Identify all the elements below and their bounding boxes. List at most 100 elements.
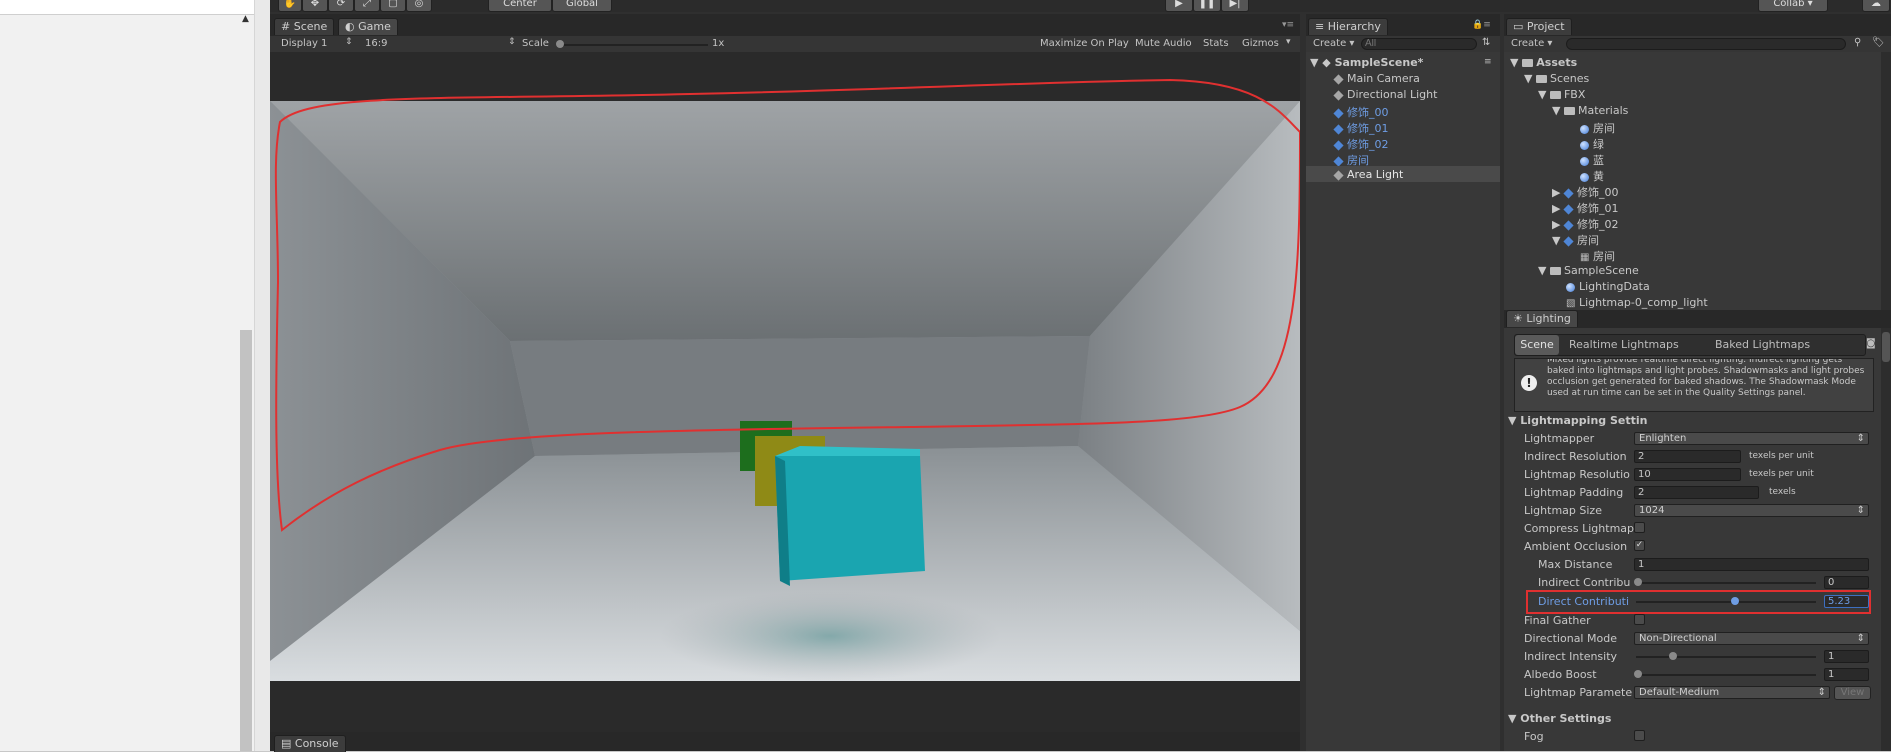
scale-slider-knob[interactable]	[556, 40, 564, 48]
subtab-scene[interactable]: Scene	[1515, 335, 1559, 355]
ambient-occlusion-checkbox[interactable]: ✓	[1634, 540, 1645, 551]
rotate-tool-icon[interactable]: ⟳	[328, 0, 354, 12]
cloud-icon[interactable]: ☁	[1862, 0, 1890, 12]
section-lightmapping[interactable]: ▼ Lightmapping Settin	[1508, 414, 1647, 427]
hierarchy-item[interactable]: 修饰_00	[1333, 104, 1389, 120]
lighting-scroll-thumb[interactable]	[1882, 332, 1890, 362]
space-toggle[interactable]: Global	[552, 0, 612, 12]
direct-contribution-knob[interactable]	[1731, 597, 1739, 605]
help-icon[interactable]: ◙	[1866, 338, 1876, 349]
indirect-contribution-slider[interactable]	[1636, 582, 1816, 584]
lightmap-size-dropdown[interactable]: 1024 ⇕	[1634, 504, 1869, 517]
filter-label-icon[interactable]: 🏷	[1872, 37, 1885, 48]
scrollbar[interactable]	[240, 330, 252, 751]
tree-model[interactable]: ▼ 房间	[1552, 232, 1599, 248]
play-icon[interactable]: ▶	[1165, 0, 1193, 12]
tab-console[interactable]: ▤ Console	[274, 735, 346, 752]
project-search-input[interactable]	[1566, 38, 1846, 50]
direct-contribution-field[interactable]: 5.23	[1824, 595, 1869, 608]
indirect-contribution-field[interactable]: 0	[1824, 576, 1869, 589]
section-other-settings[interactable]: ▼ Other Settings	[1508, 712, 1611, 725]
lighting-scrollbar[interactable]	[1881, 328, 1891, 751]
indirect-intensity-slider[interactable]	[1636, 656, 1816, 658]
material-icon	[1580, 124, 1589, 134]
tree-model[interactable]: ▶ 修饰_00	[1552, 184, 1618, 200]
collab-button[interactable]: Collab ▾	[1758, 0, 1828, 12]
tree-materials[interactable]: ▼ Materials	[1552, 104, 1628, 117]
project-create-button[interactable]: Create ▾	[1511, 38, 1552, 49]
direct-contribution-slider[interactable]	[1636, 601, 1816, 603]
tab-hierarchy[interactable]: ≡ Hierarchy	[1308, 18, 1388, 35]
subtab-baked[interactable]: Baked Lightmaps	[1715, 335, 1810, 355]
tree-lightingdata[interactable]: LightingData	[1566, 280, 1650, 293]
albedo-boost-slider[interactable]	[1636, 674, 1816, 676]
hierarchy-item-selected[interactable]: Area Light	[1333, 168, 1403, 181]
tree-material[interactable]: 绿	[1580, 136, 1604, 152]
hierarchy-item[interactable]: Main Camera	[1333, 72, 1420, 85]
scene-menu-icon[interactable]: ≡	[1484, 57, 1492, 67]
hierarchy-item[interactable]: 修饰_02	[1333, 136, 1389, 152]
scroll-up-arrow-icon[interactable]: ▲	[242, 14, 254, 24]
scene-root[interactable]: ▼ ◆ SampleScene*	[1310, 56, 1423, 69]
lightmap-resolution-field[interactable]: 10	[1634, 468, 1741, 481]
hierarchy-item[interactable]: 修饰_01	[1333, 120, 1389, 136]
tab-project[interactable]: ▭ Project	[1506, 18, 1572, 35]
tree-scenes[interactable]: ▼ Scenes	[1524, 72, 1589, 85]
indirect-intensity-knob[interactable]	[1669, 652, 1677, 660]
compress-lightmaps-checkbox[interactable]	[1634, 522, 1645, 533]
scale-slider[interactable]	[558, 44, 708, 46]
tree-samplescene[interactable]: ▼ SampleScene	[1538, 264, 1639, 277]
scale-tool-icon[interactable]: ⤢	[354, 0, 380, 12]
hand-tool-icon[interactable]: ✋	[278, 0, 302, 12]
step-icon[interactable]: ▶|	[1221, 0, 1249, 12]
gizmos-toggle[interactable]: Gizmos	[1242, 38, 1279, 49]
fog-checkbox[interactable]	[1634, 730, 1645, 741]
rect-tool-icon[interactable]: ▢	[380, 0, 406, 12]
tab-game[interactable]: ◐ Game	[338, 18, 398, 35]
mute-audio-toggle[interactable]: Mute Audio	[1135, 38, 1192, 49]
tab-menu-icon[interactable]: ▾≡	[1282, 20, 1294, 30]
stats-toggle[interactable]: Stats	[1203, 38, 1229, 49]
transform-tool-icon[interactable]: ◎	[406, 0, 432, 12]
maximize-on-play-toggle[interactable]: Maximize On Play	[1040, 38, 1129, 49]
directional-mode-dropdown[interactable]: Non-Directional ⇕	[1634, 632, 1869, 645]
lightmapper-label: Lightmapper	[1524, 432, 1595, 445]
hierarchy-create-button[interactable]: Create ▾	[1313, 38, 1354, 49]
indirect-contribution-knob[interactable]	[1634, 578, 1642, 586]
game-viewport[interactable]	[270, 52, 1300, 732]
lightmapper-dropdown[interactable]: Enlighten ⇕	[1634, 432, 1869, 445]
tree-assets[interactable]: ▼ Assets	[1510, 56, 1577, 69]
final-gather-checkbox[interactable]	[1634, 614, 1645, 625]
pause-icon[interactable]: ❚❚	[1193, 0, 1221, 12]
lightmap-parameters-dropdown[interactable]: Default-Medium ⇕	[1634, 686, 1830, 699]
lightmap-parameters-view-button[interactable]: View	[1834, 686, 1871, 700]
tree-material[interactable]: 黄	[1580, 168, 1604, 184]
albedo-boost-knob[interactable]	[1634, 670, 1642, 678]
tab-lighting[interactable]: ☀ Lighting	[1506, 310, 1578, 327]
max-distance-field[interactable]: 1	[1634, 558, 1869, 571]
tree-model[interactable]: ▶ 修饰_02	[1552, 216, 1618, 232]
subtab-realtime[interactable]: Realtime Lightmaps	[1569, 335, 1679, 355]
lightmap-padding-field[interactable]: 2	[1634, 486, 1759, 499]
indirect-intensity-field[interactable]: 1	[1824, 650, 1869, 663]
tree-model[interactable]: ▶ 修饰_01	[1552, 200, 1618, 216]
pivot-toggle[interactable]: Center	[488, 0, 552, 12]
tree-material[interactable]: 蓝	[1580, 152, 1604, 168]
hierarchy-item[interactable]: Directional Light	[1333, 88, 1437, 101]
indirect-resolution-field[interactable]: 2	[1634, 450, 1741, 463]
aspect-select[interactable]: 16:9	[365, 38, 387, 49]
filter-type-icon[interactable]: ⚲	[1854, 37, 1861, 48]
hierarchy-search-input[interactable]	[1361, 38, 1477, 50]
hierarchy-menu-icon[interactable]: 🔒≡	[1472, 20, 1491, 30]
display-select[interactable]: Display 1	[281, 38, 327, 49]
project-scrollbar[interactable]	[1881, 52, 1891, 310]
tree-mesh[interactable]: ▦ 房间	[1580, 248, 1615, 264]
gizmos-arrow-icon[interactable]: ▾	[1286, 37, 1291, 47]
tab-scene[interactable]: # Scene	[274, 18, 335, 35]
tree-fbx[interactable]: ▼ FBX	[1538, 88, 1585, 101]
move-tool-icon[interactable]: ✥	[302, 0, 328, 12]
tree-material[interactable]: 房间	[1580, 120, 1615, 136]
albedo-boost-field[interactable]: 1	[1824, 668, 1869, 681]
hierarchy-sort-icon[interactable]: ⇅	[1482, 37, 1490, 48]
tree-lightmap[interactable]: ▧ Lightmap-0_comp_light	[1566, 296, 1708, 309]
